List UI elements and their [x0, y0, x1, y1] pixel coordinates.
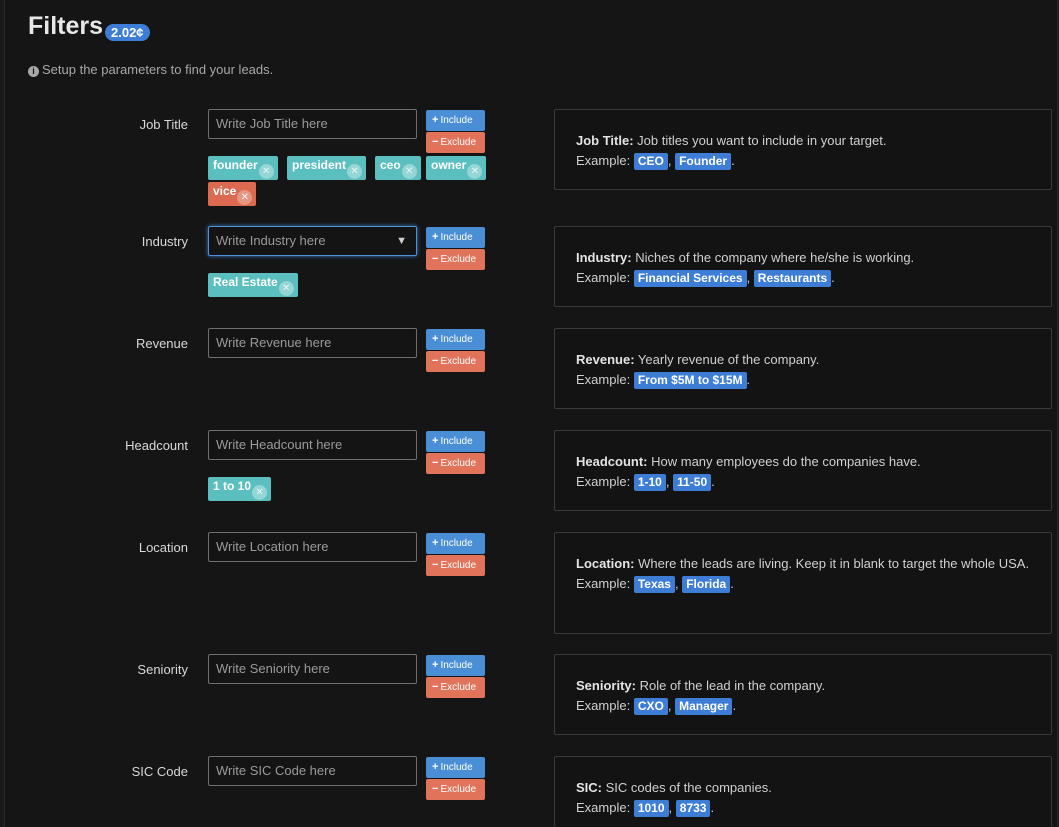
help-box-revenue: Revenue: Yearly revenue of the company. … — [554, 328, 1052, 409]
minus-icon: − — [432, 559, 439, 571]
exclude-button[interactable]: − Exclude — [426, 132, 485, 153]
plus-icon: + — [432, 761, 439, 773]
include-button[interactable]: + Include — [426, 227, 485, 248]
exclude-button[interactable]: − Exclude — [426, 677, 485, 698]
minus-icon: − — [432, 783, 439, 795]
exclude-button[interactable]: − Exclude — [426, 779, 485, 800]
plus-icon: + — [432, 435, 439, 447]
subtitle-text: Setup the parameters to find your leads. — [42, 62, 274, 77]
tag-chip: Real Estate ✕ — [208, 273, 298, 297]
filter-label: Job Title — [139, 117, 188, 132]
example-badge: Florida — [682, 576, 731, 593]
help-box-headcount: Headcount: How many employees do the com… — [554, 430, 1052, 511]
exclude-button[interactable]: − Exclude — [426, 351, 485, 372]
page-subtitle: i Setup the parameters to find your leads… — [28, 62, 273, 77]
headcount-input[interactable]: Write Headcount here — [208, 430, 417, 460]
filter-label: Headcount — [125, 438, 188, 453]
excluded-tag-chip: vice ✕ — [208, 182, 257, 206]
example-badge: From $5M to $15M — [633, 372, 747, 389]
page-title: Filters — [28, 12, 104, 40]
tag-chip: 1 to 10 ✕ — [208, 477, 272, 501]
example-badge: Manager — [675, 698, 733, 715]
plus-icon: + — [432, 659, 439, 671]
minus-icon: − — [432, 457, 439, 469]
exclude-button[interactable]: − Exclude — [426, 453, 485, 474]
minus-icon: − — [432, 253, 439, 265]
help-box-sic-code: SIC: SIC codes of the companies. Example… — [554, 756, 1052, 827]
filter-label: Location — [138, 540, 188, 555]
location-input[interactable]: Write Location here — [208, 532, 417, 562]
example-badge: CEO — [633, 153, 668, 170]
filter-label: Seniority — [137, 662, 188, 677]
minus-icon: − — [432, 355, 439, 367]
filter-label: SIC Code — [131, 764, 188, 779]
dropdown-arrow-icon: ▼ — [396, 235, 407, 247]
example-badge: 8733 — [675, 800, 711, 817]
include-button[interactable]: + Include — [426, 533, 485, 554]
plus-icon: + — [432, 231, 439, 243]
price-badge: 2.02¢ — [105, 24, 150, 41]
example-badge: 1-10 — [633, 474, 666, 491]
example-badge: Financial Services — [633, 270, 747, 287]
filter-label: Industry — [141, 234, 188, 249]
minus-icon: − — [432, 681, 439, 693]
sic-code-input[interactable]: Write SIC Code here — [208, 756, 417, 786]
minus-icon: − — [432, 136, 439, 148]
include-button[interactable]: + Include — [426, 757, 485, 778]
job-title-input[interactable]: Write Job Title here — [208, 109, 417, 139]
include-button[interactable]: + Include — [426, 329, 485, 350]
revenue-input[interactable]: Write Revenue here — [208, 328, 417, 358]
help-box-job-title: Job Title: Job titles you want to includ… — [554, 109, 1052, 190]
example-badge: Restaurants — [753, 270, 832, 287]
remove-tag-icon[interactable]: ✕ — [467, 164, 483, 179]
example-badge: Texas — [633, 576, 675, 593]
filter-label: Revenue — [135, 336, 188, 351]
plus-icon: + — [432, 114, 439, 126]
include-button[interactable]: + Include — [426, 110, 485, 131]
remove-tag-icon[interactable]: ✕ — [258, 164, 274, 179]
exclude-button[interactable]: − Exclude — [426, 249, 485, 270]
industry-select[interactable]: Write Industry here ▼ — [208, 226, 417, 256]
tag-chip: ceo ✕ — [375, 156, 421, 180]
help-box-location: Location: Where the leads are living. Ke… — [554, 532, 1052, 634]
remove-tag-icon[interactable]: ✕ — [401, 164, 417, 179]
example-badge: 11-50 — [673, 474, 712, 491]
tag-chip: founder ✕ — [208, 156, 278, 180]
remove-tag-icon[interactable]: ✕ — [278, 281, 294, 296]
tag-chip: owner ✕ — [426, 156, 487, 180]
example-badge: CXO — [633, 698, 668, 715]
remove-tag-icon[interactable]: ✕ — [347, 164, 363, 179]
seniority-input[interactable]: Write Seniority here — [208, 654, 417, 684]
info-icon: i — [28, 66, 39, 77]
help-box-seniority: Seniority: Role of the lead in the compa… — [554, 654, 1052, 735]
exclude-button[interactable]: − Exclude — [426, 555, 485, 576]
remove-tag-icon[interactable]: ✕ — [252, 485, 268, 500]
help-box-industry: Industry: Niches of the company where he… — [554, 226, 1052, 307]
example-badge: Founder — [675, 153, 732, 170]
plus-icon: + — [432, 537, 439, 549]
include-button[interactable]: + Include — [426, 655, 485, 676]
filters-panel: Filters 2.02¢ i Setup the parameters to f… — [4, 0, 1058, 827]
example-badge: 1010 — [633, 800, 669, 817]
plus-icon: + — [432, 333, 439, 345]
tag-chip: president ✕ — [287, 156, 367, 180]
include-button[interactable]: + Include — [426, 431, 485, 452]
remove-tag-icon[interactable]: ✕ — [237, 190, 253, 205]
